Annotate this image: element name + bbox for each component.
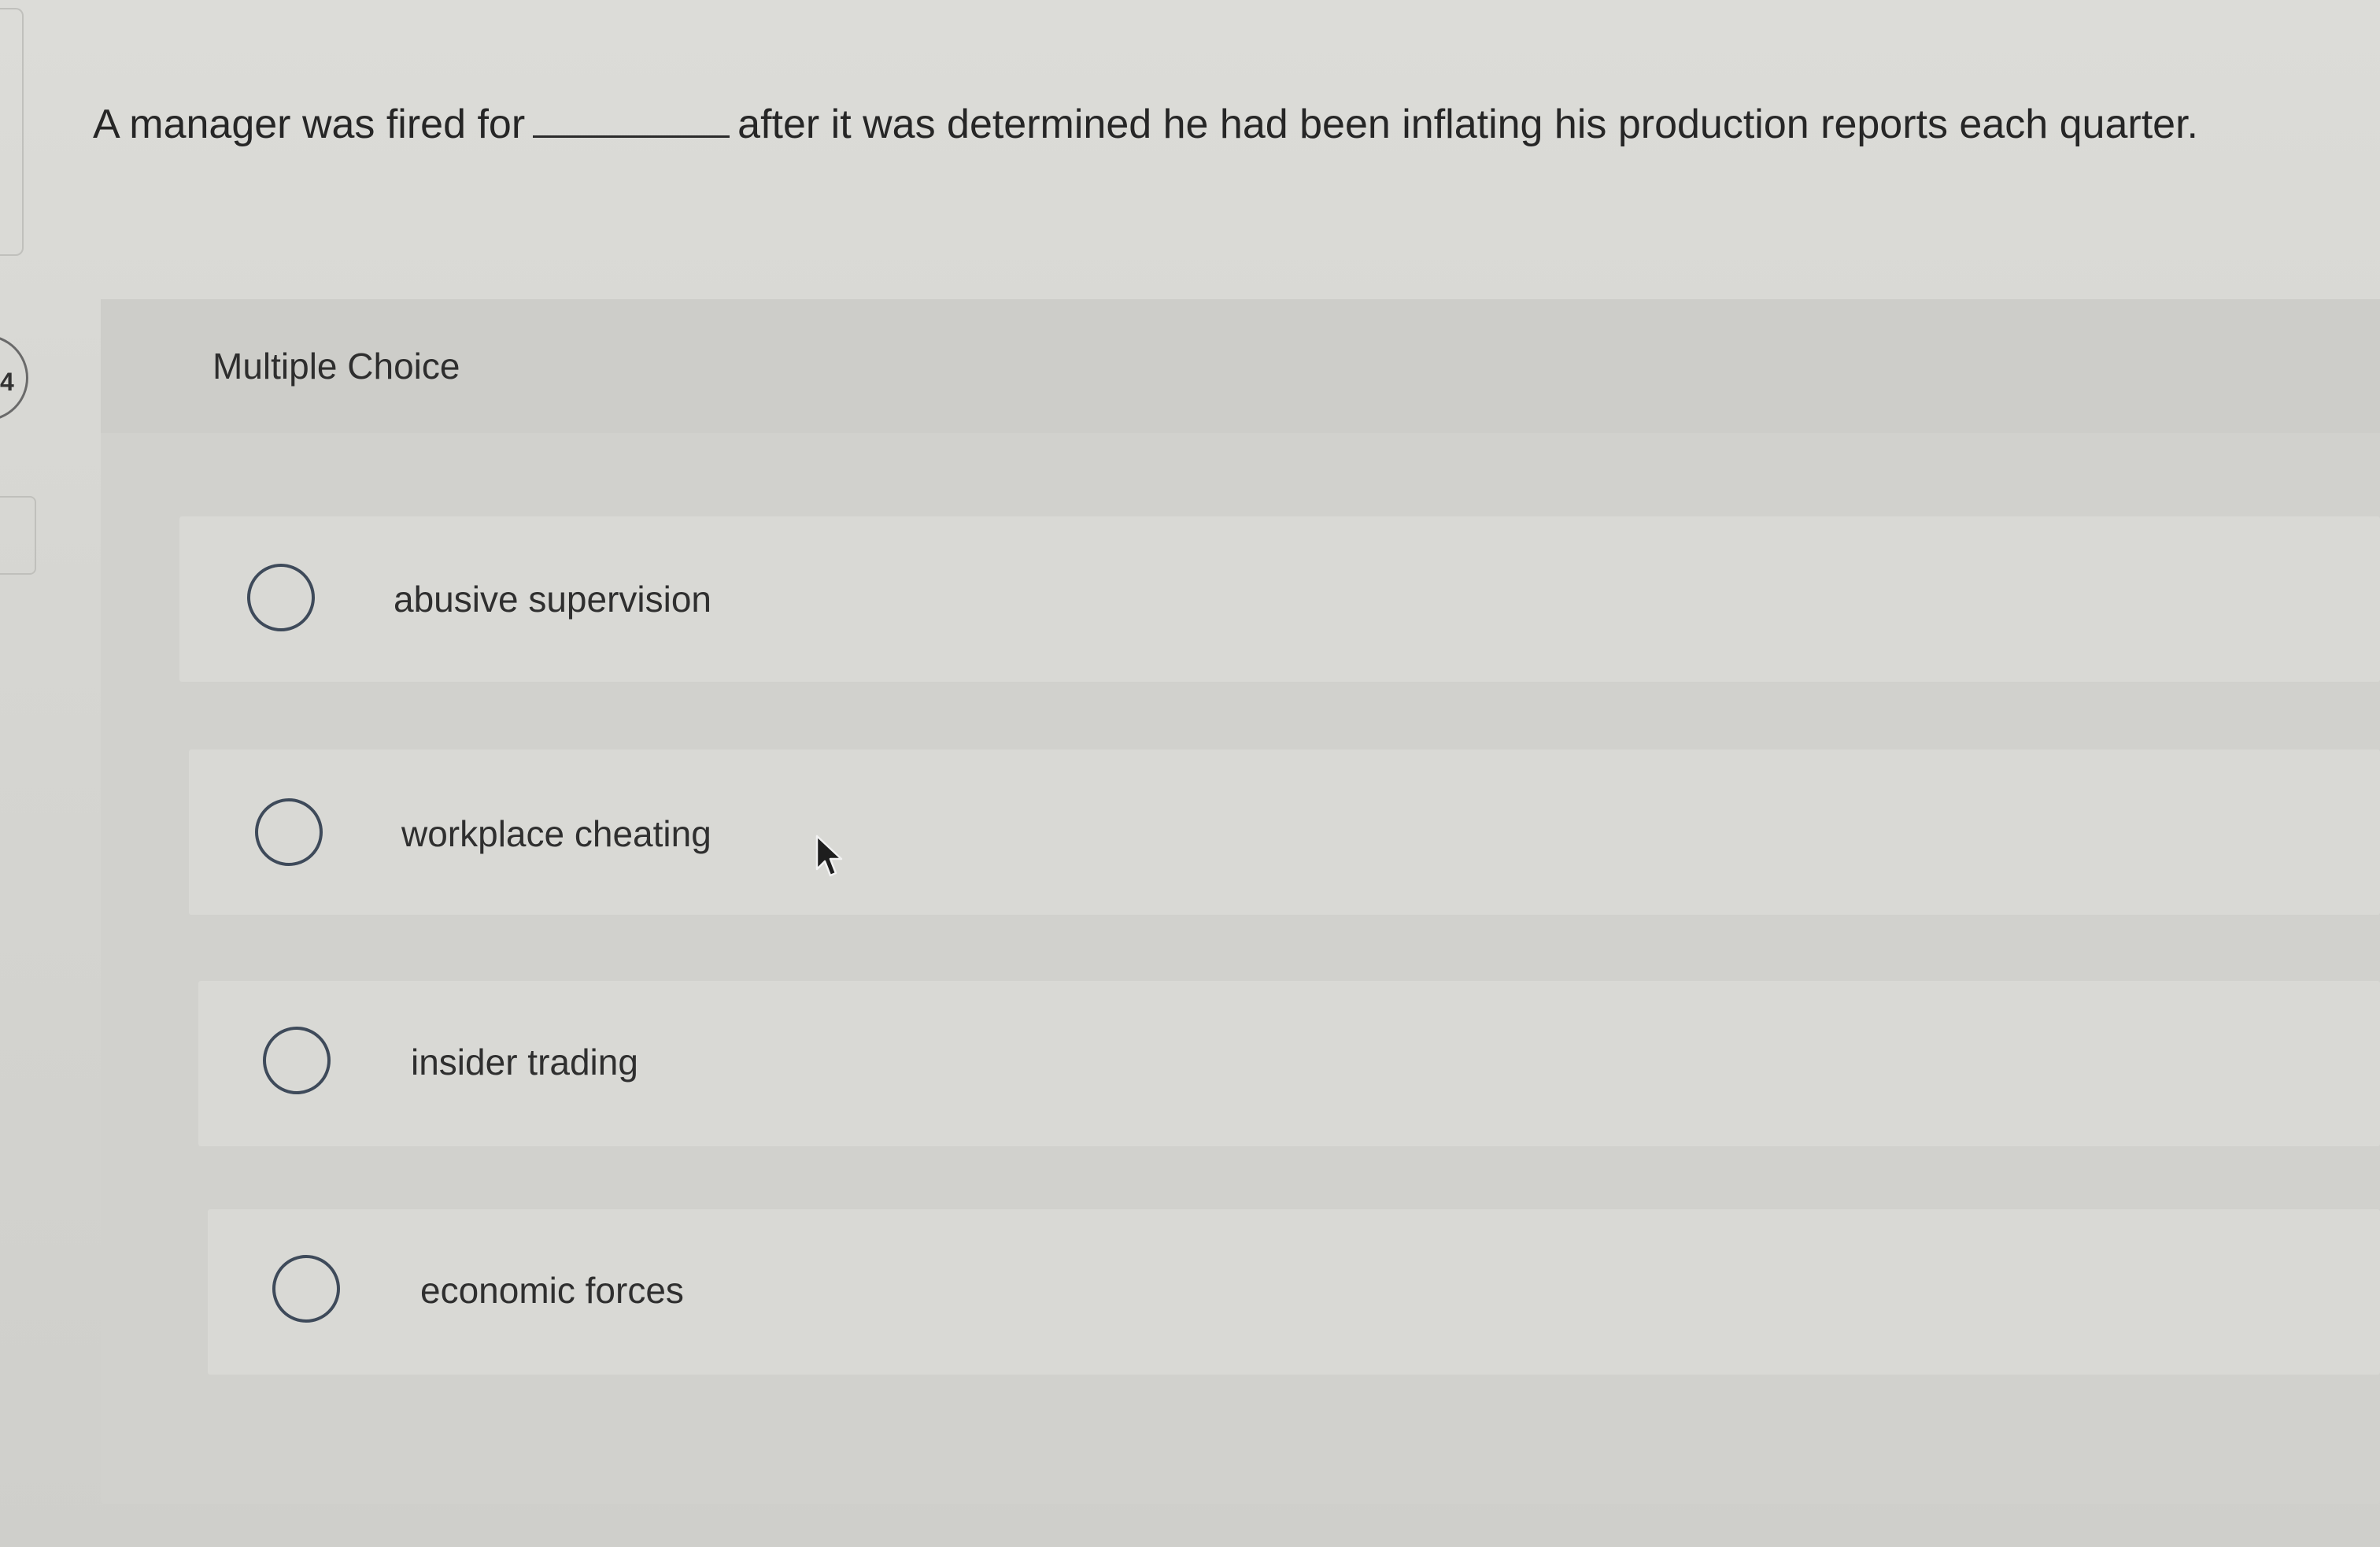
answer-card: Multiple Choice abusive supervision work… bbox=[101, 299, 2380, 1504]
option-label: abusive supervision bbox=[394, 579, 712, 620]
option-insider-trading[interactable]: insider trading bbox=[198, 981, 2380, 1146]
side-panel-edge bbox=[0, 8, 24, 256]
option-economic-forces[interactable]: economic forces bbox=[208, 1209, 2380, 1375]
question-prompt: A manager was fired for after it was dete… bbox=[93, 101, 2198, 148]
radio-button[interactable] bbox=[255, 798, 323, 866]
card-header: Multiple Choice bbox=[101, 299, 2380, 433]
question-type-label: Multiple Choice bbox=[213, 346, 460, 387]
option-abusive-supervision[interactable]: abusive supervision bbox=[179, 516, 2380, 682]
radio-button[interactable] bbox=[247, 564, 315, 631]
option-label: workplace cheating bbox=[401, 813, 711, 854]
radio-button[interactable] bbox=[272, 1255, 340, 1323]
radio-button[interactable] bbox=[263, 1027, 331, 1094]
question-text-before: A manager was fired for bbox=[93, 102, 526, 147]
option-label: insider trading bbox=[411, 1042, 638, 1083]
question-number: 4 bbox=[0, 368, 14, 396]
side-flag-box[interactable] bbox=[0, 496, 36, 575]
question-text-after: after it was determined he had been infl… bbox=[737, 102, 2198, 147]
option-workplace-cheating[interactable]: workplace cheating bbox=[189, 749, 2380, 915]
mouse-pointer-icon bbox=[815, 835, 843, 877]
option-label: economic forces bbox=[420, 1270, 684, 1311]
answer-blank bbox=[533, 101, 730, 138]
